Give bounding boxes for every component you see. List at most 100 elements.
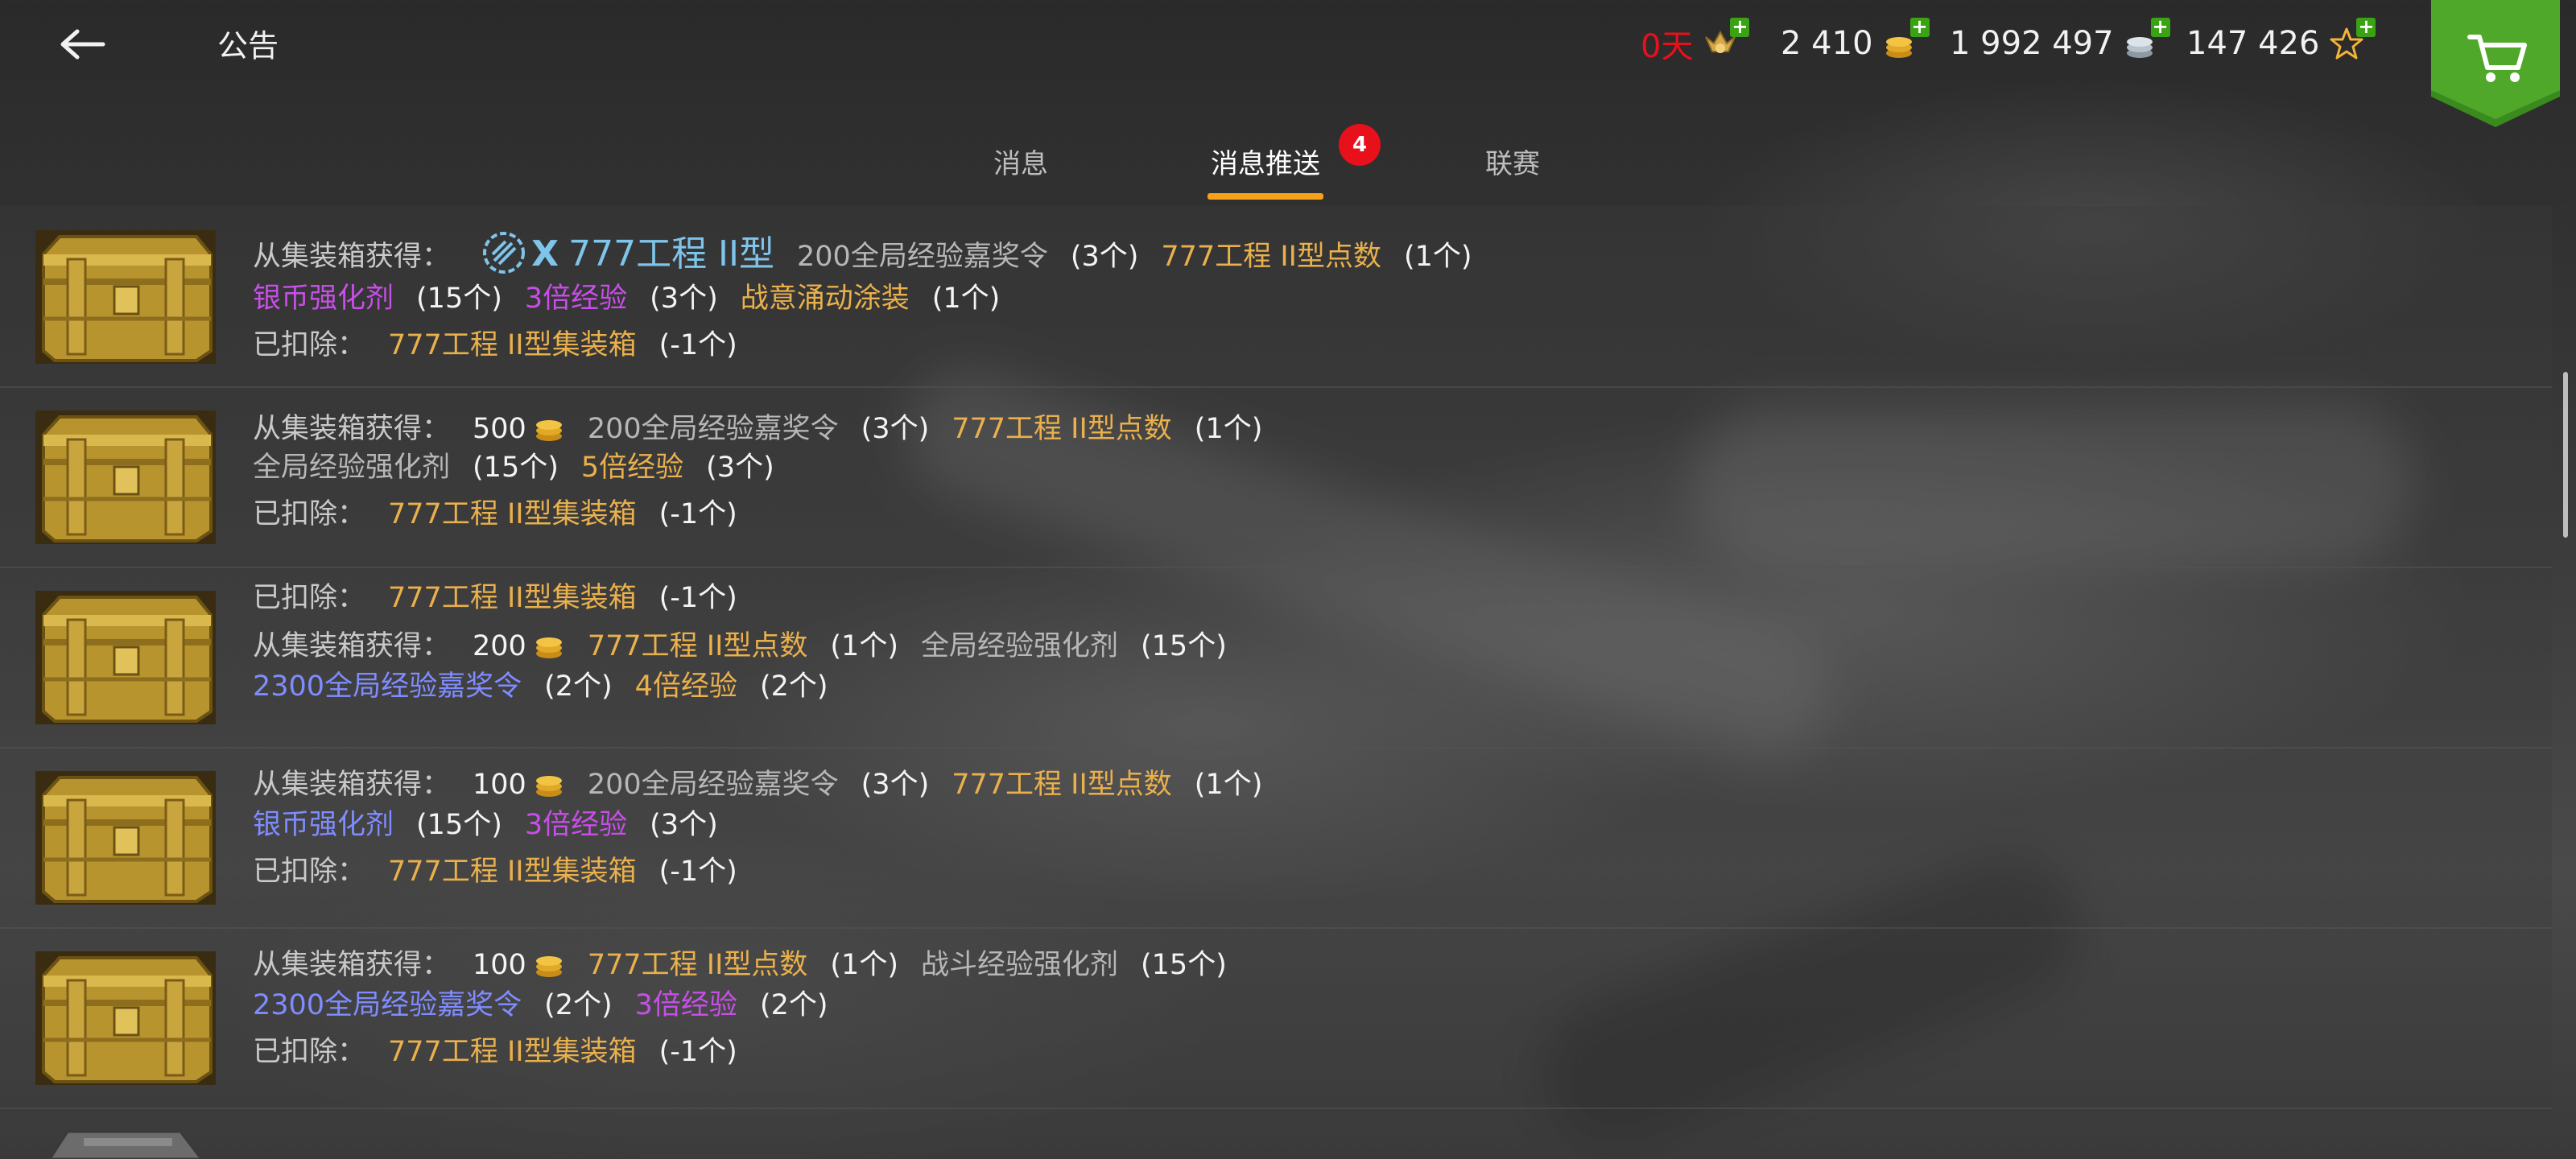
reward-text: 777工程 II型点数 <box>952 769 1172 801</box>
notification-line: 已扣除： 777工程 II型集装箱 (-1个) <box>253 1032 760 1072</box>
add-silver-button[interactable]: + <box>2150 17 2170 37</box>
notification-line: 从集装箱获得： 500 200全局经验嘉奖令 (3个) 777工程 II型点数 (1个) <box>253 409 1285 449</box>
free-xp-balance[interactable]: 147 426 + <box>2186 17 2376 68</box>
reward-text: 已扣除： <box>253 582 366 614</box>
gold-balance[interactable]: 2 410 + <box>1781 17 1930 68</box>
notification-line: 银币强化剂 (15个) 3倍经验 (3个) 战意涌动涂装 (1个) <box>253 278 1022 319</box>
reward-text: (1个) <box>1194 769 1263 801</box>
reward-text: (-1个) <box>658 582 737 614</box>
gold-coins-icon <box>533 414 565 441</box>
notification-line: 银币强化剂 (15个) 3倍经验 (3个) <box>253 805 741 845</box>
reward-text: (1个) <box>830 630 898 662</box>
notification-line: 从集装箱获得： 100 200全局经验嘉奖令 (3个) 777工程 II型点数 (1个) <box>253 765 1285 805</box>
reward-text: 777工程 II型 <box>568 233 775 274</box>
reward-text: 3倍经验 <box>634 989 737 1021</box>
add-gold-button[interactable]: + <box>1909 17 1930 37</box>
reward-text: X <box>531 233 559 274</box>
reward-text: (2个) <box>544 989 613 1021</box>
reward-text: 200全局经验嘉奖令 <box>797 241 1048 273</box>
notification-line: 已扣除： 777工程 II型集装箱 (-1个) <box>253 578 760 618</box>
free-xp-star-icon: + <box>2327 17 2376 63</box>
notification-row[interactable]: 从集装箱获得： X 777工程 II型 200全局经验嘉奖令 (3个) 777工程 II… <box>0 206 2552 388</box>
reward-text: (-1个) <box>658 856 737 888</box>
notification-list[interactable]: 从集装箱获得： X 777工程 II型 200全局经验嘉奖令 (3个) 777工程 II… <box>0 206 2552 1159</box>
tab-message-push[interactable]: 消息推送 <box>1211 142 1320 181</box>
premium-account-balance[interactable]: 0天 + <box>1641 17 1750 68</box>
reward-text: 777工程 II型集装箱 <box>388 856 637 888</box>
reward-text: (15个) <box>473 452 559 484</box>
notification-line: 全局经验强化剂 (15个) 5倍经验 (3个) <box>253 448 797 488</box>
premium-account-icon: + <box>1701 17 1750 63</box>
back-button[interactable] <box>50 18 114 71</box>
reward-text: (2个) <box>759 670 828 703</box>
reward-text: 200 <box>473 630 526 662</box>
reward-text: 已扣除： <box>253 498 366 530</box>
reward-text: (1个) <box>1194 413 1263 445</box>
page-title: 公告 <box>217 28 279 64</box>
tab-league[interactable]: 联赛 <box>1485 142 1540 181</box>
reward-text: 100 <box>473 949 526 981</box>
notification-line: 已扣除： 777工程 II型集装箱 (-1个) <box>253 494 760 534</box>
notification-row[interactable]: 从集装箱获得： 100 777工程 II型点数 (1个) 战斗经验强化剂 (15个) 23… <box>0 927 2552 1109</box>
gold-coins-icon <box>533 769 565 797</box>
container-chest-icon <box>35 951 216 1085</box>
notification-row[interactable] <box>0 1107 2552 1159</box>
reward-text: (15个) <box>416 283 502 315</box>
reward-text: 战意涌动涂装 <box>740 283 910 315</box>
scrollbar[interactable] <box>2563 372 2568 538</box>
active-tab-indicator <box>1208 193 1323 200</box>
tab-bar: 消息 消息推送 联赛 <box>0 121 2576 203</box>
reward-text: 100 <box>473 769 526 801</box>
reward-text: 777工程 II型集装箱 <box>388 582 637 614</box>
premium-days-value: 0天 <box>1641 28 1694 65</box>
container-chest-icon <box>35 1124 216 1159</box>
container-chest-icon <box>35 771 216 905</box>
notification-line: 从集装箱获得： 200 777工程 II型点数 (1个) 全局经验强化剂 (15个) <box>253 626 1249 666</box>
reward-text: 全局经验强化剂 <box>253 452 451 484</box>
notification-row[interactable]: 从集装箱获得： 500 200全局经验嘉奖令 (3个) 777工程 II型点数 (1个)… <box>0 386 2552 568</box>
notification-line: 从集装箱获得： 100 777工程 II型点数 (1个) 战斗经验强化剂 (15个) <box>253 945 1249 985</box>
silver-balance[interactable]: 1 992 497 + <box>1950 17 2170 68</box>
reward-text: 5倍经验 <box>580 452 684 484</box>
reward-text: (3个) <box>1070 241 1139 273</box>
back-arrow-icon <box>60 29 105 60</box>
reward-text: 从集装箱获得： <box>253 769 451 801</box>
reward-text: (2个) <box>544 670 613 703</box>
free-xp-value: 147 426 <box>2186 25 2320 62</box>
tab-messages[interactable]: 消息 <box>993 142 1048 181</box>
reward-text: (1个) <box>830 949 898 981</box>
reward-text: 777工程 II型集装箱 <box>388 498 637 530</box>
reward-text: 500 <box>473 413 526 445</box>
reward-text: 3倍经验 <box>524 809 628 841</box>
container-chest-icon <box>35 410 216 544</box>
notification-line: 已扣除： 777工程 II型集装箱 (-1个) <box>253 325 760 365</box>
reward-text: (1个) <box>931 283 1001 315</box>
add-premium-button[interactable]: + <box>1730 17 1750 37</box>
reward-text: 200全局经验嘉奖令 <box>587 413 839 445</box>
reward-text: 777工程 II型点数 <box>587 949 808 981</box>
reward-text: (1个) <box>1403 241 1472 273</box>
silver-value: 1 992 497 <box>1950 25 2114 62</box>
notification-line: 从集装箱获得： X 777工程 II型 200全局经验嘉奖令 (3个) 777工程 II… <box>253 230 1495 274</box>
reward-text: 已扣除： <box>253 329 366 361</box>
shop-button[interactable] <box>2431 0 2560 127</box>
reward-text: (3个) <box>861 413 930 445</box>
reward-text: 777工程 II型点数 <box>1161 241 1381 273</box>
reward-text: (2个) <box>759 989 828 1021</box>
reward-text: 银币强化剂 <box>253 283 394 315</box>
reward-text: 已扣除： <box>253 856 366 888</box>
tank-tier-icon <box>473 232 531 274</box>
reward-text: 2300全局经验嘉奖令 <box>253 989 522 1021</box>
notification-row[interactable]: 从集装箱获得： 100 200全局经验嘉奖令 (3个) 777工程 II型点数 (1个)… <box>0 747 2552 929</box>
reward-text: (3个) <box>650 809 718 841</box>
top-bar: 公告 0天 + 2 410 + 1 992 497 + 147 426 + <box>0 0 2576 127</box>
reward-text: 从集装箱获得： <box>253 413 451 445</box>
notification-line: 2300全局经验嘉奖令 (2个) 4倍经验 (2个) <box>253 666 851 707</box>
add-free-xp-button[interactable]: + <box>2356 17 2376 37</box>
notification-line: 2300全局经验嘉奖令 (2个) 3倍经验 (2个) <box>253 985 851 1025</box>
reward-text: (15个) <box>1141 630 1227 662</box>
gold-coins-icon: + <box>1881 17 1930 63</box>
notification-row[interactable]: 已扣除： 777工程 II型集装箱 (-1个) 从集装箱获得： 200 777工程 II… <box>0 567 2552 749</box>
reward-text: (3个) <box>861 769 930 801</box>
reward-text: 777工程 II型点数 <box>587 630 808 662</box>
